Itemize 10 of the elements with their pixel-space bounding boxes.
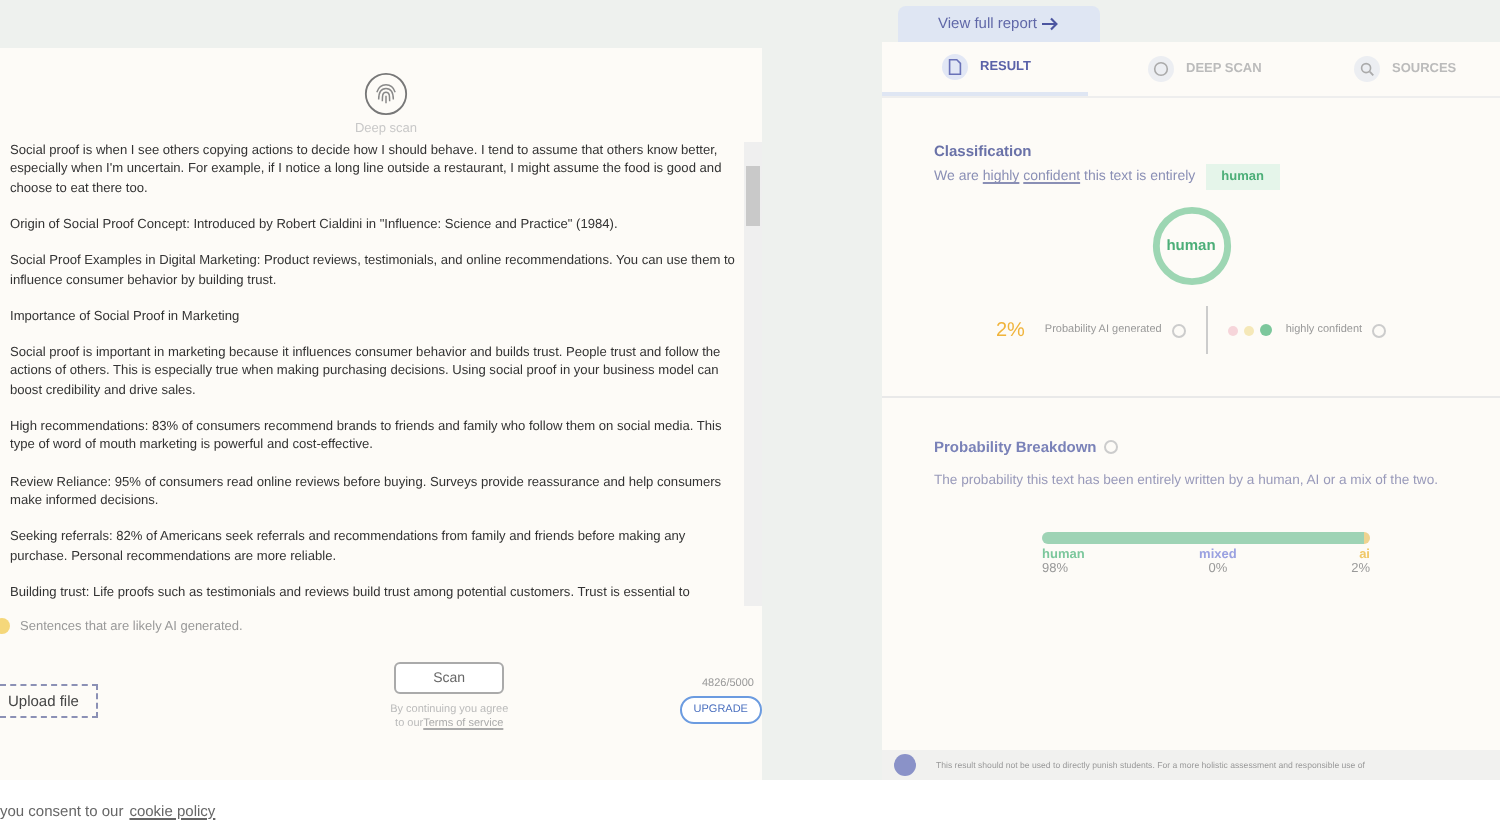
info-icon[interactable]: [1171, 323, 1186, 337]
text-input-area[interactable]: [10, 142, 762, 606]
search-icon: [1358, 60, 1376, 78]
info-icon[interactable]: [1372, 323, 1387, 337]
info-icon[interactable]: [1104, 440, 1119, 454]
scrollbar[interactable]: [744, 142, 762, 606]
ai-probability: 2%: [995, 319, 1025, 341]
arrow-icon: [1042, 15, 1061, 31]
document-icon: [946, 58, 964, 76]
info-icon: [894, 754, 916, 776]
